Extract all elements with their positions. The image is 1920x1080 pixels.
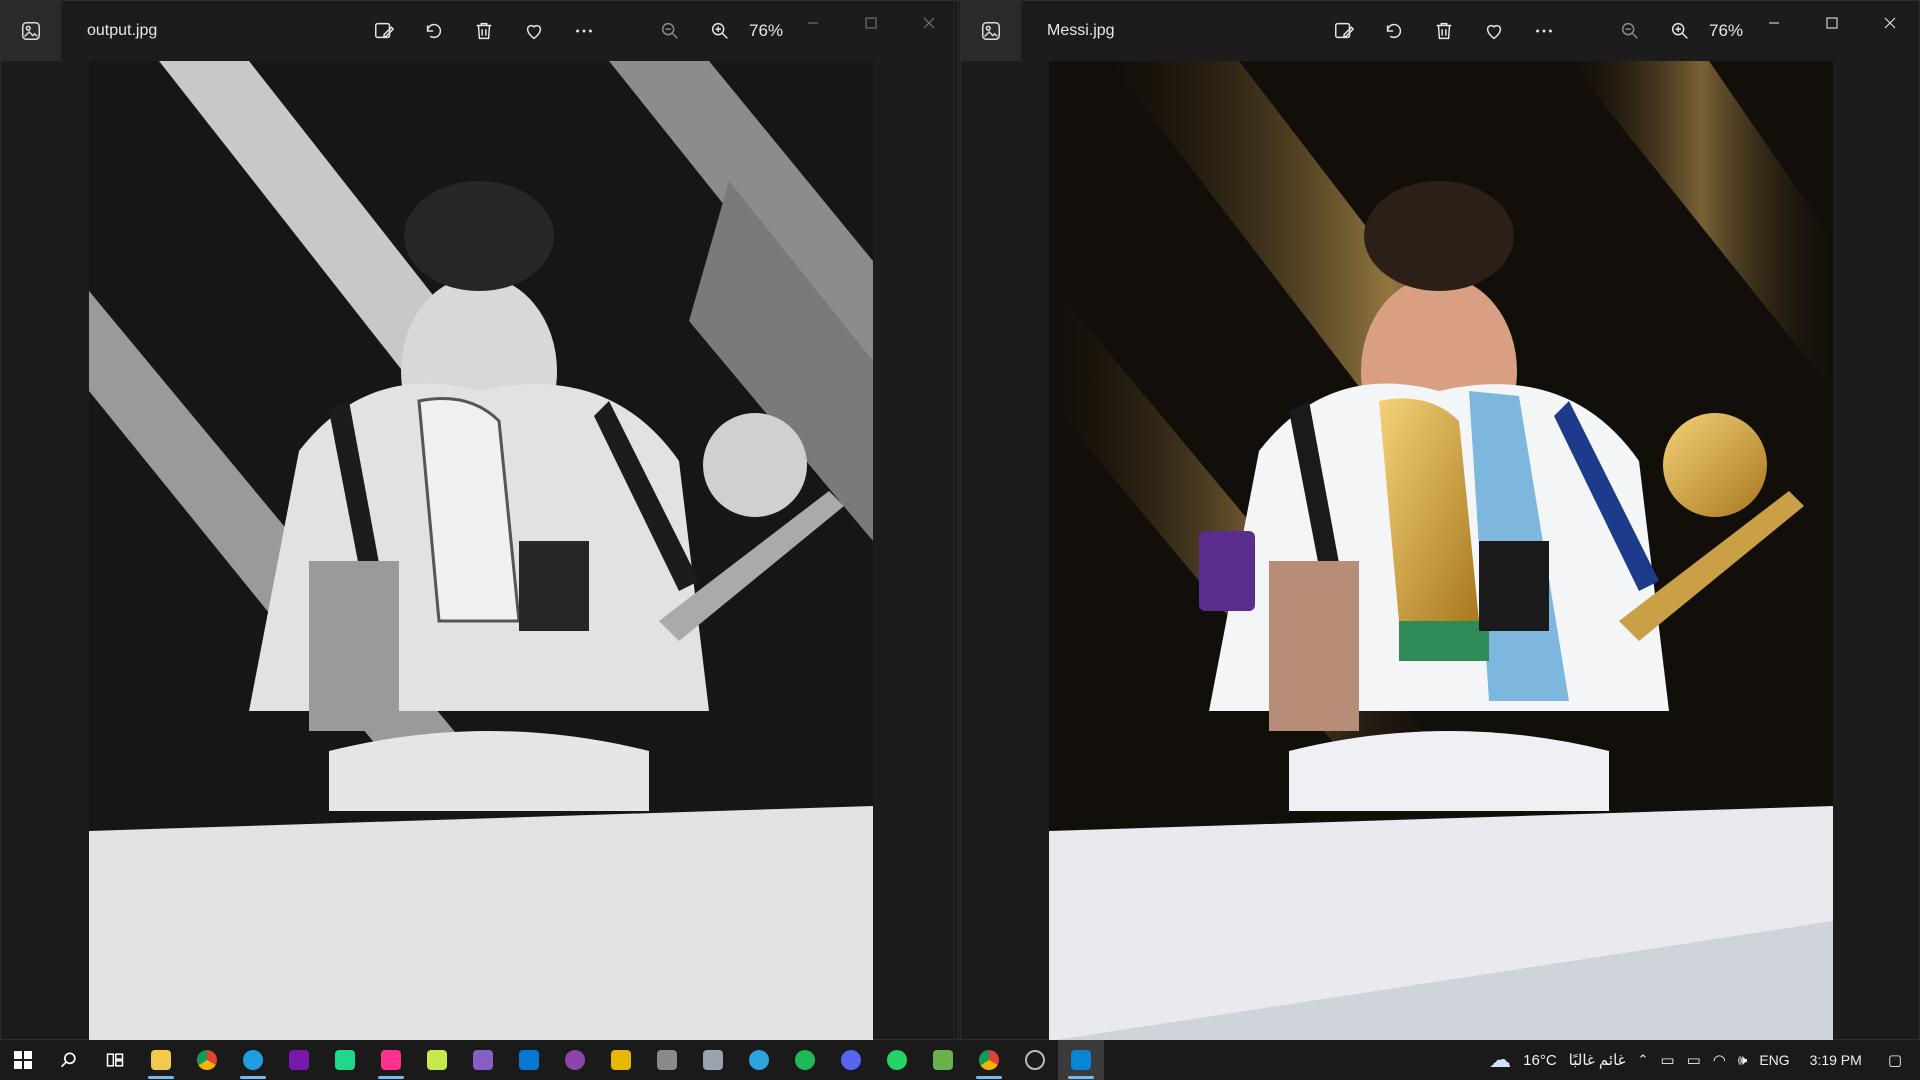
visual-studio-icon[interactable] — [460, 1040, 506, 1080]
photos-app-icon[interactable] — [961, 1, 1021, 61]
more-options-icon[interactable] — [1519, 11, 1569, 51]
maximize-button[interactable] — [1803, 1, 1861, 45]
system-tray: ☁ 16°C غائم غالبًا ⌃ ▭ ▭ ◠ 🕪 ENG 3:19 PM… — [1483, 1040, 1920, 1080]
start-icon[interactable] — [0, 1040, 46, 1080]
sticky-app-icon[interactable] — [598, 1040, 644, 1080]
rotate-icon[interactable] — [409, 11, 459, 51]
notepad-icon[interactable] — [920, 1040, 966, 1080]
chevron-up-icon[interactable]: ⌃ — [1638, 1052, 1649, 1068]
weather-temp[interactable]: 16°C — [1523, 1052, 1557, 1069]
jetbrains-icon[interactable] — [368, 1040, 414, 1080]
clock-app-icon[interactable] — [1012, 1040, 1058, 1080]
clock-time[interactable]: 3:19 PM — [1810, 1052, 1862, 1068]
file-name: Messi.jpg — [1047, 22, 1115, 39]
grayscale-photo — [89, 61, 873, 1041]
chrome-alt-icon[interactable] — [966, 1040, 1012, 1080]
color-photo — [1049, 61, 1833, 1041]
favorite-heart-icon[interactable] — [509, 11, 559, 51]
minimize-button[interactable] — [784, 1, 842, 45]
task-view-icon[interactable] — [92, 1040, 138, 1080]
taskbar: ☁ 16°C غائم غالبًا ⌃ ▭ ▭ ◠ 🕪 ENG 3:19 PM… — [0, 1040, 1920, 1080]
edit-image-icon[interactable] — [1319, 11, 1369, 51]
close-button[interactable] — [900, 1, 958, 45]
zoom-out-icon[interactable] — [645, 11, 695, 51]
minimize-button[interactable] — [1745, 1, 1803, 45]
photos-window-messi: Messi.jpg 76% — [960, 0, 1920, 1041]
close-button[interactable] — [1861, 1, 1919, 45]
search-icon[interactable] — [46, 1040, 92, 1080]
notification-icon[interactable]: ▢ — [1888, 1051, 1902, 1069]
image-canvas-grayscale — [89, 61, 873, 1041]
photos-app-icon[interactable] — [1, 1, 61, 61]
chrome-icon[interactable] — [184, 1040, 230, 1080]
telegram-icon[interactable] — [736, 1040, 782, 1080]
volume-icon[interactable]: 🕪 — [1738, 1052, 1747, 1069]
more-options-icon[interactable] — [559, 11, 609, 51]
onenote-icon[interactable] — [276, 1040, 322, 1080]
calculator-icon[interactable] — [644, 1040, 690, 1080]
zoom-in-icon[interactable] — [1655, 11, 1705, 51]
delete-icon[interactable] — [1419, 11, 1469, 51]
rotate-icon[interactable] — [1369, 11, 1419, 51]
title-bar: output.jpg 76% — [1, 1, 958, 61]
photos-window-output: output.jpg 76% — [0, 0, 959, 1041]
camera-icon[interactable] — [690, 1040, 736, 1080]
edge-icon[interactable] — [230, 1040, 276, 1080]
maximize-button[interactable] — [842, 1, 900, 45]
file-explorer-icon[interactable] — [138, 1040, 184, 1080]
edit-image-icon[interactable] — [359, 11, 409, 51]
zoom-out-icon[interactable] — [1605, 11, 1655, 51]
photos-icon[interactable] — [1058, 1040, 1104, 1080]
discord-icon[interactable] — [828, 1040, 874, 1080]
file-name: output.jpg — [87, 22, 158, 39]
pycharm-ce-icon[interactable] — [322, 1040, 368, 1080]
language-indicator[interactable]: ENG — [1759, 1052, 1789, 1068]
battery-icon[interactable]: ▭ — [1687, 1051, 1701, 1069]
pycharm-icon[interactable] — [414, 1040, 460, 1080]
favorite-heart-icon[interactable] — [1469, 11, 1519, 51]
vscode-icon[interactable] — [506, 1040, 552, 1080]
whatsapp-icon[interactable] — [874, 1040, 920, 1080]
spotify-icon[interactable] — [782, 1040, 828, 1080]
cloud-sun-icon[interactable]: ☁ — [1489, 1047, 1511, 1073]
delete-icon[interactable] — [459, 11, 509, 51]
title-bar: Messi.jpg 76% — [961, 1, 1919, 61]
wifi-icon[interactable]: ◠ — [1713, 1051, 1726, 1069]
github-desktop-icon[interactable] — [552, 1040, 598, 1080]
zoom-in-icon[interactable] — [695, 11, 745, 51]
image-canvas-color — [1049, 61, 1833, 1041]
meet-now-icon[interactable]: ▭ — [1660, 1051, 1674, 1069]
weather-text[interactable]: غائم غالبًا — [1569, 1051, 1626, 1069]
